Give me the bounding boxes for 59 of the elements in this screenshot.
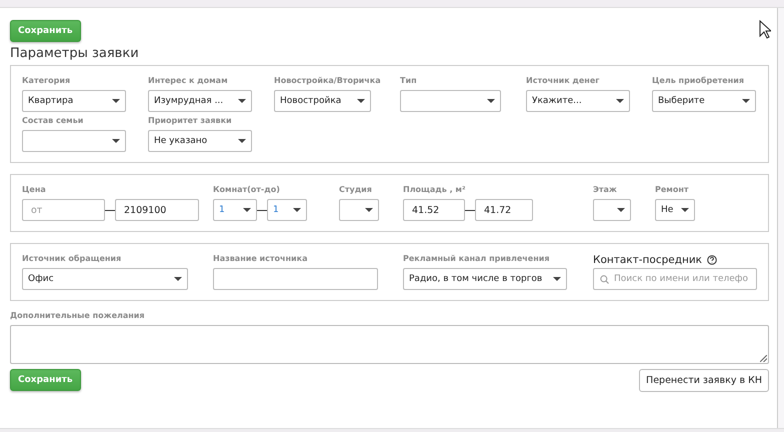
caret-icon bbox=[617, 208, 625, 212]
caret-icon bbox=[243, 208, 251, 212]
select-field[interactable]: Выберите bbox=[652, 90, 756, 112]
input-field[interactable] bbox=[213, 268, 378, 290]
transfer-button[interactable]: Перенести заявку в КН bbox=[639, 369, 769, 392]
input-field[interactable]: 41.72 bbox=[475, 199, 533, 221]
field-label: Интерес к домам bbox=[148, 76, 229, 87]
caret-icon bbox=[681, 208, 689, 212]
field-label: Источник денег bbox=[526, 76, 600, 87]
caret-icon bbox=[365, 208, 373, 212]
field-label: Контакт-посредник bbox=[593, 254, 768, 265]
select-field[interactable] bbox=[593, 199, 631, 221]
caret-icon bbox=[293, 208, 301, 212]
caret-icon bbox=[174, 277, 182, 281]
help-icon[interactable] bbox=[707, 254, 718, 264]
field-label: Цель приобретения bbox=[652, 76, 745, 87]
caret-icon bbox=[742, 99, 750, 103]
field-label: Площадь , м² bbox=[403, 185, 466, 196]
caret-icon bbox=[357, 99, 365, 103]
input-field[interactable]: 41.52 bbox=[403, 199, 465, 221]
caret-icon bbox=[238, 99, 246, 103]
mouse-pointer-icon bbox=[759, 20, 771, 39]
resize-handle-icon[interactable] bbox=[760, 355, 767, 362]
field-label: Название источника bbox=[213, 254, 308, 265]
caret-icon bbox=[112, 99, 120, 103]
section-title: Параметры заявки bbox=[10, 46, 140, 61]
field-label: Этаж bbox=[593, 185, 618, 196]
select-field[interactable]: Изумрудная ... bbox=[148, 90, 252, 112]
field-label: Дополнительные пожелания bbox=[10, 311, 146, 322]
field-label: Состав семьи bbox=[22, 116, 84, 127]
field-label: Цена bbox=[22, 185, 47, 196]
field-label: Комнат(от-до) bbox=[213, 185, 281, 196]
select-field[interactable] bbox=[339, 199, 379, 221]
select-field[interactable]: Не указано bbox=[148, 130, 252, 152]
caret-icon bbox=[616, 99, 624, 103]
select-field[interactable]: Офис bbox=[22, 268, 188, 290]
search-icon bbox=[600, 274, 609, 284]
caret-icon bbox=[487, 99, 495, 103]
select-field[interactable]: 1 bbox=[213, 199, 257, 221]
select-field[interactable]: Квартира bbox=[22, 90, 126, 112]
select-field[interactable]: Укажите... bbox=[526, 90, 630, 112]
caret-icon bbox=[238, 139, 246, 143]
field-label: Приоритет заявки bbox=[148, 116, 233, 127]
select-field[interactable]: Новостройка bbox=[274, 90, 371, 112]
field-label: Категория bbox=[22, 76, 72, 87]
select-field[interactable]: Радио, в том числе в торгов bbox=[403, 268, 567, 290]
field-label: Рекламный канал привлечения bbox=[403, 254, 550, 265]
field-label: Источник обращения bbox=[22, 254, 122, 265]
input-field[interactable]: 2109100 bbox=[115, 199, 199, 221]
field-label: Новостройка/Вторичка bbox=[274, 76, 382, 87]
select-field[interactable]: Не bbox=[655, 199, 695, 221]
field-label: Студия bbox=[339, 185, 373, 196]
caret-icon bbox=[112, 139, 120, 143]
caret-icon bbox=[553, 277, 561, 281]
select-field[interactable] bbox=[400, 90, 501, 112]
field-label: Ремонт bbox=[655, 185, 690, 196]
select-field[interactable] bbox=[22, 130, 126, 152]
select-field[interactable]: 1 bbox=[267, 199, 307, 221]
field-label: Тип bbox=[400, 76, 418, 87]
